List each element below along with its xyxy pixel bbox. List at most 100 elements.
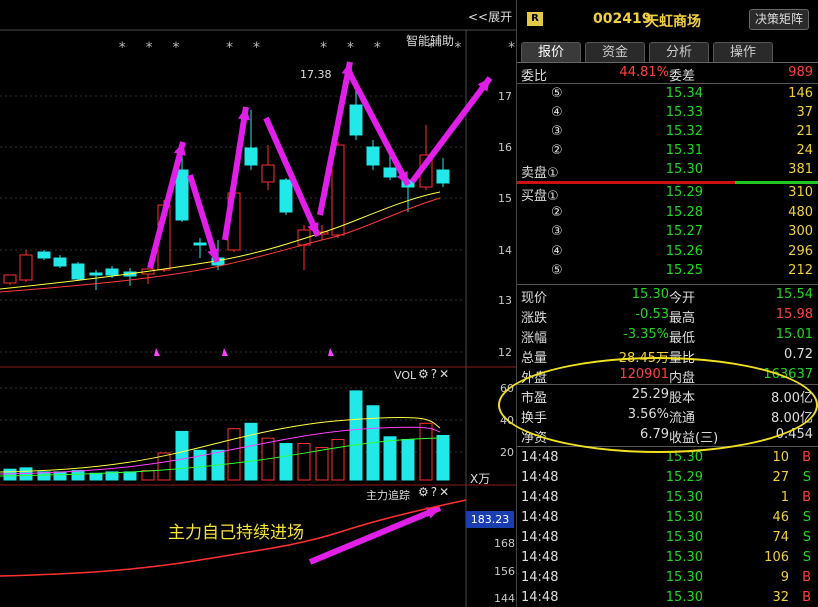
volume-bar bbox=[123, 471, 137, 481]
stat-value: -0.53 bbox=[635, 307, 669, 322]
tick-price: 15.30 bbox=[665, 550, 703, 565]
weicha-label: 委差 bbox=[669, 69, 696, 84]
quote-tabs: 报价 资金 分析 操作 bbox=[521, 42, 773, 62]
tick-price: 15.30 bbox=[665, 490, 703, 505]
stat-label: 今开 bbox=[669, 291, 696, 306]
stat-label: 外盘 bbox=[521, 371, 548, 386]
track-axis-label: 144 bbox=[494, 592, 515, 605]
ma-line-yellow bbox=[0, 191, 441, 290]
tab-funds[interactable]: 资金 bbox=[585, 42, 645, 62]
kline-chart-area[interactable]: 17 16 15 14 13 12 60 40 20 168 156 144 <<展开 智能辅助 * … bbox=[0, 0, 516, 607]
fundamental-value: 3.56% bbox=[627, 407, 669, 422]
bid-volume: 310 bbox=[788, 185, 813, 200]
volume-bar bbox=[383, 436, 397, 481]
r-badge: R bbox=[527, 12, 543, 26]
tab-operation[interactable]: 操作 bbox=[713, 42, 773, 62]
vol-panel-controls: ⚙?✕ bbox=[418, 367, 451, 381]
fundamental-value: 0.454 bbox=[775, 427, 813, 442]
price-axis-label: 15 bbox=[498, 192, 512, 205]
ask-row: 卖盘① 15.30 381 bbox=[517, 160, 818, 181]
close-icon[interactable]: ✕ bbox=[439, 367, 451, 381]
tick-time: 14:48 bbox=[521, 550, 559, 565]
candle-body bbox=[193, 242, 207, 246]
tab-quote[interactable]: 报价 bbox=[521, 42, 581, 62]
candle-body bbox=[261, 164, 275, 183]
tick-side: S bbox=[802, 550, 811, 565]
tick-row: 14:48 15.30 32 B bbox=[517, 588, 818, 607]
candle-body bbox=[53, 257, 67, 267]
tick-side: B bbox=[802, 570, 811, 585]
expand-button[interactable]: <<展开 bbox=[468, 8, 512, 25]
bid-price: 15.27 bbox=[665, 224, 703, 239]
ask-price: 15.33 bbox=[665, 105, 703, 120]
stat-row: 现价 15.30 今开 15.54 bbox=[517, 285, 818, 306]
bid-level: ② bbox=[551, 204, 563, 220]
question-icon[interactable]: ? bbox=[431, 367, 439, 381]
annotation-arrow bbox=[409, 76, 493, 184]
track-axis-label: 156 bbox=[494, 565, 515, 578]
kline-chart-canvas[interactable]: 17 16 15 14 13 12 60 40 20 168 156 144 bbox=[0, 0, 516, 607]
volume-bar bbox=[227, 428, 241, 481]
gear-icon[interactable]: ⚙ bbox=[418, 367, 431, 381]
fundamental-value: 8.00亿 bbox=[771, 411, 813, 426]
tab-analysis[interactable]: 分析 bbox=[649, 42, 709, 62]
stat-value: 15.54 bbox=[775, 287, 813, 302]
stat-label: 涨幅 bbox=[521, 331, 548, 346]
price-axis-label: 14 bbox=[498, 244, 512, 257]
ask-row: ② 15.31 24 bbox=[517, 141, 818, 161]
volume-bar bbox=[279, 443, 293, 481]
ask-price: 15.31 bbox=[665, 143, 703, 158]
ask-volume: 37 bbox=[796, 105, 813, 120]
ask-level: 卖盘① bbox=[521, 166, 559, 181]
tick-volume: 32 bbox=[772, 590, 789, 605]
high-price-label: 17.38 bbox=[300, 68, 332, 81]
vol-axis-label: 60 bbox=[500, 382, 514, 395]
divider bbox=[517, 446, 818, 447]
candle-body bbox=[279, 179, 293, 213]
tick-price: 15.30 bbox=[665, 570, 703, 585]
ask-volume: 381 bbox=[788, 162, 813, 177]
bid-price: 15.28 bbox=[665, 204, 703, 220]
tick-side: S bbox=[802, 470, 811, 485]
tick-volume: 74 bbox=[772, 530, 789, 545]
tick-time: 14:48 bbox=[521, 450, 559, 465]
vol-axis-label: 20 bbox=[500, 446, 514, 459]
ask-price: 15.32 bbox=[665, 124, 703, 139]
volume-bar bbox=[436, 434, 450, 481]
stock-name: 天虹商场 bbox=[645, 14, 701, 30]
signal-marker bbox=[154, 348, 160, 356]
question-icon[interactable]: ? bbox=[431, 485, 439, 499]
stat-label: 最高 bbox=[669, 311, 696, 326]
track-axis-label: 168 bbox=[494, 537, 515, 550]
tick-volume: 10 bbox=[772, 450, 789, 465]
stat-label: 最低 bbox=[669, 331, 696, 346]
volume-bar bbox=[297, 443, 311, 481]
bid-level: ④ bbox=[551, 243, 563, 259]
tick-time: 14:48 bbox=[521, 510, 559, 525]
candle-body bbox=[244, 147, 258, 166]
volume-bar bbox=[401, 439, 415, 481]
volume-bar bbox=[89, 472, 103, 481]
decision-matrix-button[interactable]: 决策矩阵 bbox=[749, 9, 809, 30]
gear-icon[interactable]: ⚙ bbox=[418, 485, 431, 499]
fundamental-label: 换手 bbox=[521, 411, 548, 426]
stat-value: 15.30 bbox=[631, 287, 669, 302]
stat-label: 现价 bbox=[521, 291, 548, 306]
bid-level: ⑤ bbox=[551, 263, 563, 278]
candle-body bbox=[89, 272, 103, 276]
bid-volume: 300 bbox=[788, 224, 813, 239]
close-icon[interactable]: ✕ bbox=[439, 485, 451, 499]
track-current-value: 183.23 bbox=[466, 511, 514, 528]
volume-bar bbox=[3, 468, 17, 481]
fundamental-label: 净资 bbox=[521, 431, 548, 446]
candle-body bbox=[366, 146, 380, 166]
tick-side: B bbox=[802, 450, 811, 465]
bid-volume: 212 bbox=[788, 263, 813, 278]
volume-bar bbox=[71, 470, 85, 481]
weibi-label: 委比 bbox=[521, 69, 548, 84]
bid-price: 15.29 bbox=[665, 185, 703, 200]
tick-time: 14:48 bbox=[521, 490, 559, 505]
ask-level: ② bbox=[551, 143, 563, 158]
volume-bar bbox=[315, 447, 329, 481]
tick-side: S bbox=[802, 510, 811, 525]
